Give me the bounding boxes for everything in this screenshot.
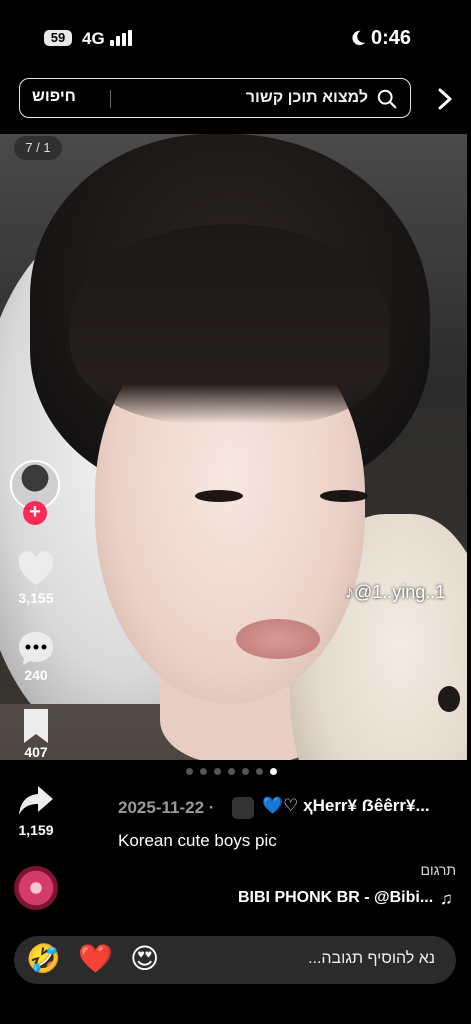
pagination-dot [214,768,221,775]
pagination-dot [270,768,277,775]
translate-link[interactable]: תרגום [420,862,456,878]
status-bar: 59 4G 0:46 [0,0,471,72]
pagination-dot [256,768,263,775]
music-note-icon: ♫ [440,889,453,908]
comment-count: 240 [24,667,48,683]
post-date: 2025-11-22 · [118,798,215,817]
heart-icon[interactable] [16,550,56,590]
post-caption: Korean cute boys pic [118,831,277,850]
emoji-laughing-icon[interactable]: 🤣 [26,943,61,975]
emoji-heart-eyes-icon[interactable]: 😍 [130,943,159,975]
pagination-dot [242,768,249,775]
network-type: 4G [82,29,105,48]
search-divider [110,90,111,108]
signal-icon [110,30,134,46]
comment-icon[interactable] [16,628,56,668]
search-input[interactable]: למצוא תוכן קשור [246,89,368,107]
clock: 0:46 [371,27,412,49]
pagination-dot [200,768,207,775]
pagination-dot [186,768,193,775]
share-count: 1,159 [18,822,54,838]
music-title[interactable]: BIBI PHONK BR - @Bibi... [238,889,433,907]
search-bar[interactable]: חיפוש למצוא תוכן קשור [19,78,411,118]
slide-counter: 7 / 1 [14,136,62,160]
follow-plus-button[interactable]: + [23,501,47,525]
pagination-dot [228,768,235,775]
save-count: 407 [24,744,48,760]
author-name[interactable]: 💙♡ ҳHerr¥ ẞêêrr¥... [262,796,430,816]
slide-pagination [186,768,286,778]
search-button[interactable]: חיפוש [32,88,76,106]
battery-indicator: 59 [44,30,72,46]
share-icon[interactable] [18,784,54,818]
copy-icon[interactable] [232,797,254,819]
bookmark-icon[interactable] [16,706,56,746]
comment-placeholder[interactable]: נא להוסיף תגובה... [308,950,435,968]
music-disc[interactable] [14,866,58,910]
like-count: 3,155 [18,590,54,606]
chevron-right-icon[interactable] [436,88,454,110]
watermark: ♪@1..ying..1 [345,582,446,602]
emoji-heart-icon[interactable]: ❤️ [78,943,113,975]
moon-icon [352,30,366,46]
search-icon [377,89,397,109]
